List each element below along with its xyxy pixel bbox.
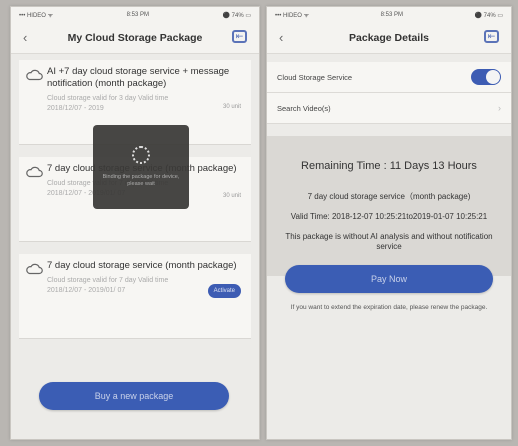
- time-label: 8:53 PM: [380, 12, 403, 18]
- nav-bar: ‹ My Cloud Storage Package ⇤: [11, 23, 259, 54]
- cloud-icon: [26, 69, 43, 81]
- search-videos-row[interactable]: Search Video(s) ›: [267, 93, 511, 124]
- package-title: 7 day cloud storage service (month packa…: [47, 260, 237, 271]
- package-status: 30 unit: [222, 193, 241, 199]
- package-details-screen: ••• HIDEO ᯤ 8:53 PM ⚫ 74% ▭ ‹ Package De…: [266, 6, 512, 440]
- activate-button[interactable]: Activate: [207, 284, 241, 298]
- cloud-storage-row: Cloud Storage Service: [267, 62, 511, 93]
- nav-bar: ‹ Package Details ⇤: [267, 23, 511, 54]
- search-videos-label: Search Video(s): [277, 103, 331, 113]
- spinner-icon: [132, 145, 150, 164]
- remaining-value: 11 Days 13 Hours: [389, 160, 477, 172]
- package-status: 30 unit: [222, 104, 241, 110]
- cloud-storage-package-screen: ••• HIDEO ᯤ 8:53 PM ⚫ 74% ▭ ‹ My Cloud S…: [10, 6, 260, 440]
- cloud-storage-toggle[interactable]: [471, 69, 501, 85]
- back-icon[interactable]: ‹: [279, 30, 283, 45]
- cloud-storage-label: Cloud Storage Service: [277, 72, 353, 82]
- toggle-knob: [486, 70, 500, 84]
- package-card[interactable]: 7 day cloud storage service (month packa…: [19, 254, 251, 339]
- back-icon[interactable]: ‹: [23, 30, 27, 45]
- package-name: 7 day cloud storage service（month packag…: [307, 192, 471, 201]
- extend-note: If you want to extend the expiration dat…: [290, 304, 488, 311]
- status-bar: ••• HIDEO ᯤ 8:53 PM ⚫ 74% ▭: [267, 7, 511, 23]
- package-title: AI +7 day cloud storage service + messag…: [47, 66, 230, 89]
- buy-new-package-button[interactable]: Buy a new package: [39, 382, 229, 410]
- time-label: 8:53 PM: [126, 12, 149, 18]
- package-info-panel: Remaining Time : 11 Days 13 Hours 7 day …: [267, 136, 511, 276]
- exit-icon[interactable]: ⇤: [484, 30, 499, 43]
- ai-note: This package is without AI analysis and …: [285, 232, 493, 251]
- pay-now-button[interactable]: Pay Now: [285, 265, 493, 293]
- package-detail: Cloud storage valid for 7 day Valid time…: [47, 277, 169, 294]
- page-title: My Cloud Storage Package: [67, 32, 203, 44]
- valid-time: Valid Time: 2018-12-07 10:25:21to2019-01…: [290, 212, 488, 221]
- cloud-icon: [26, 166, 43, 178]
- remaining-time: Remaining Time : 11 Days 13 Hours: [277, 160, 501, 172]
- battery-label: ⚫ 74% ▭: [474, 12, 503, 19]
- loading-toast: Binding the package for device, please w…: [93, 125, 189, 209]
- carrier-label: ••• HIDEO ᯤ: [19, 13, 54, 19]
- package-detail: Cloud storage valid for 3 day Valid time…: [47, 95, 169, 112]
- status-bar: ••• HIDEO ᯤ 8:53 PM ⚫ 74% ▭: [11, 7, 259, 23]
- cloud-icon: [26, 263, 43, 275]
- carrier-label: ••• HIDEO ᯤ: [275, 13, 310, 19]
- exit-icon[interactable]: ⇤: [232, 30, 247, 43]
- chevron-right-icon: ›: [498, 103, 501, 113]
- battery-label: ⚫ 74% ▭: [222, 12, 251, 19]
- page-title: Package Details: [349, 32, 429, 44]
- remaining-label: Remaining Time :: [301, 160, 387, 172]
- toast-message: Binding the package for device, please w…: [102, 173, 180, 188]
